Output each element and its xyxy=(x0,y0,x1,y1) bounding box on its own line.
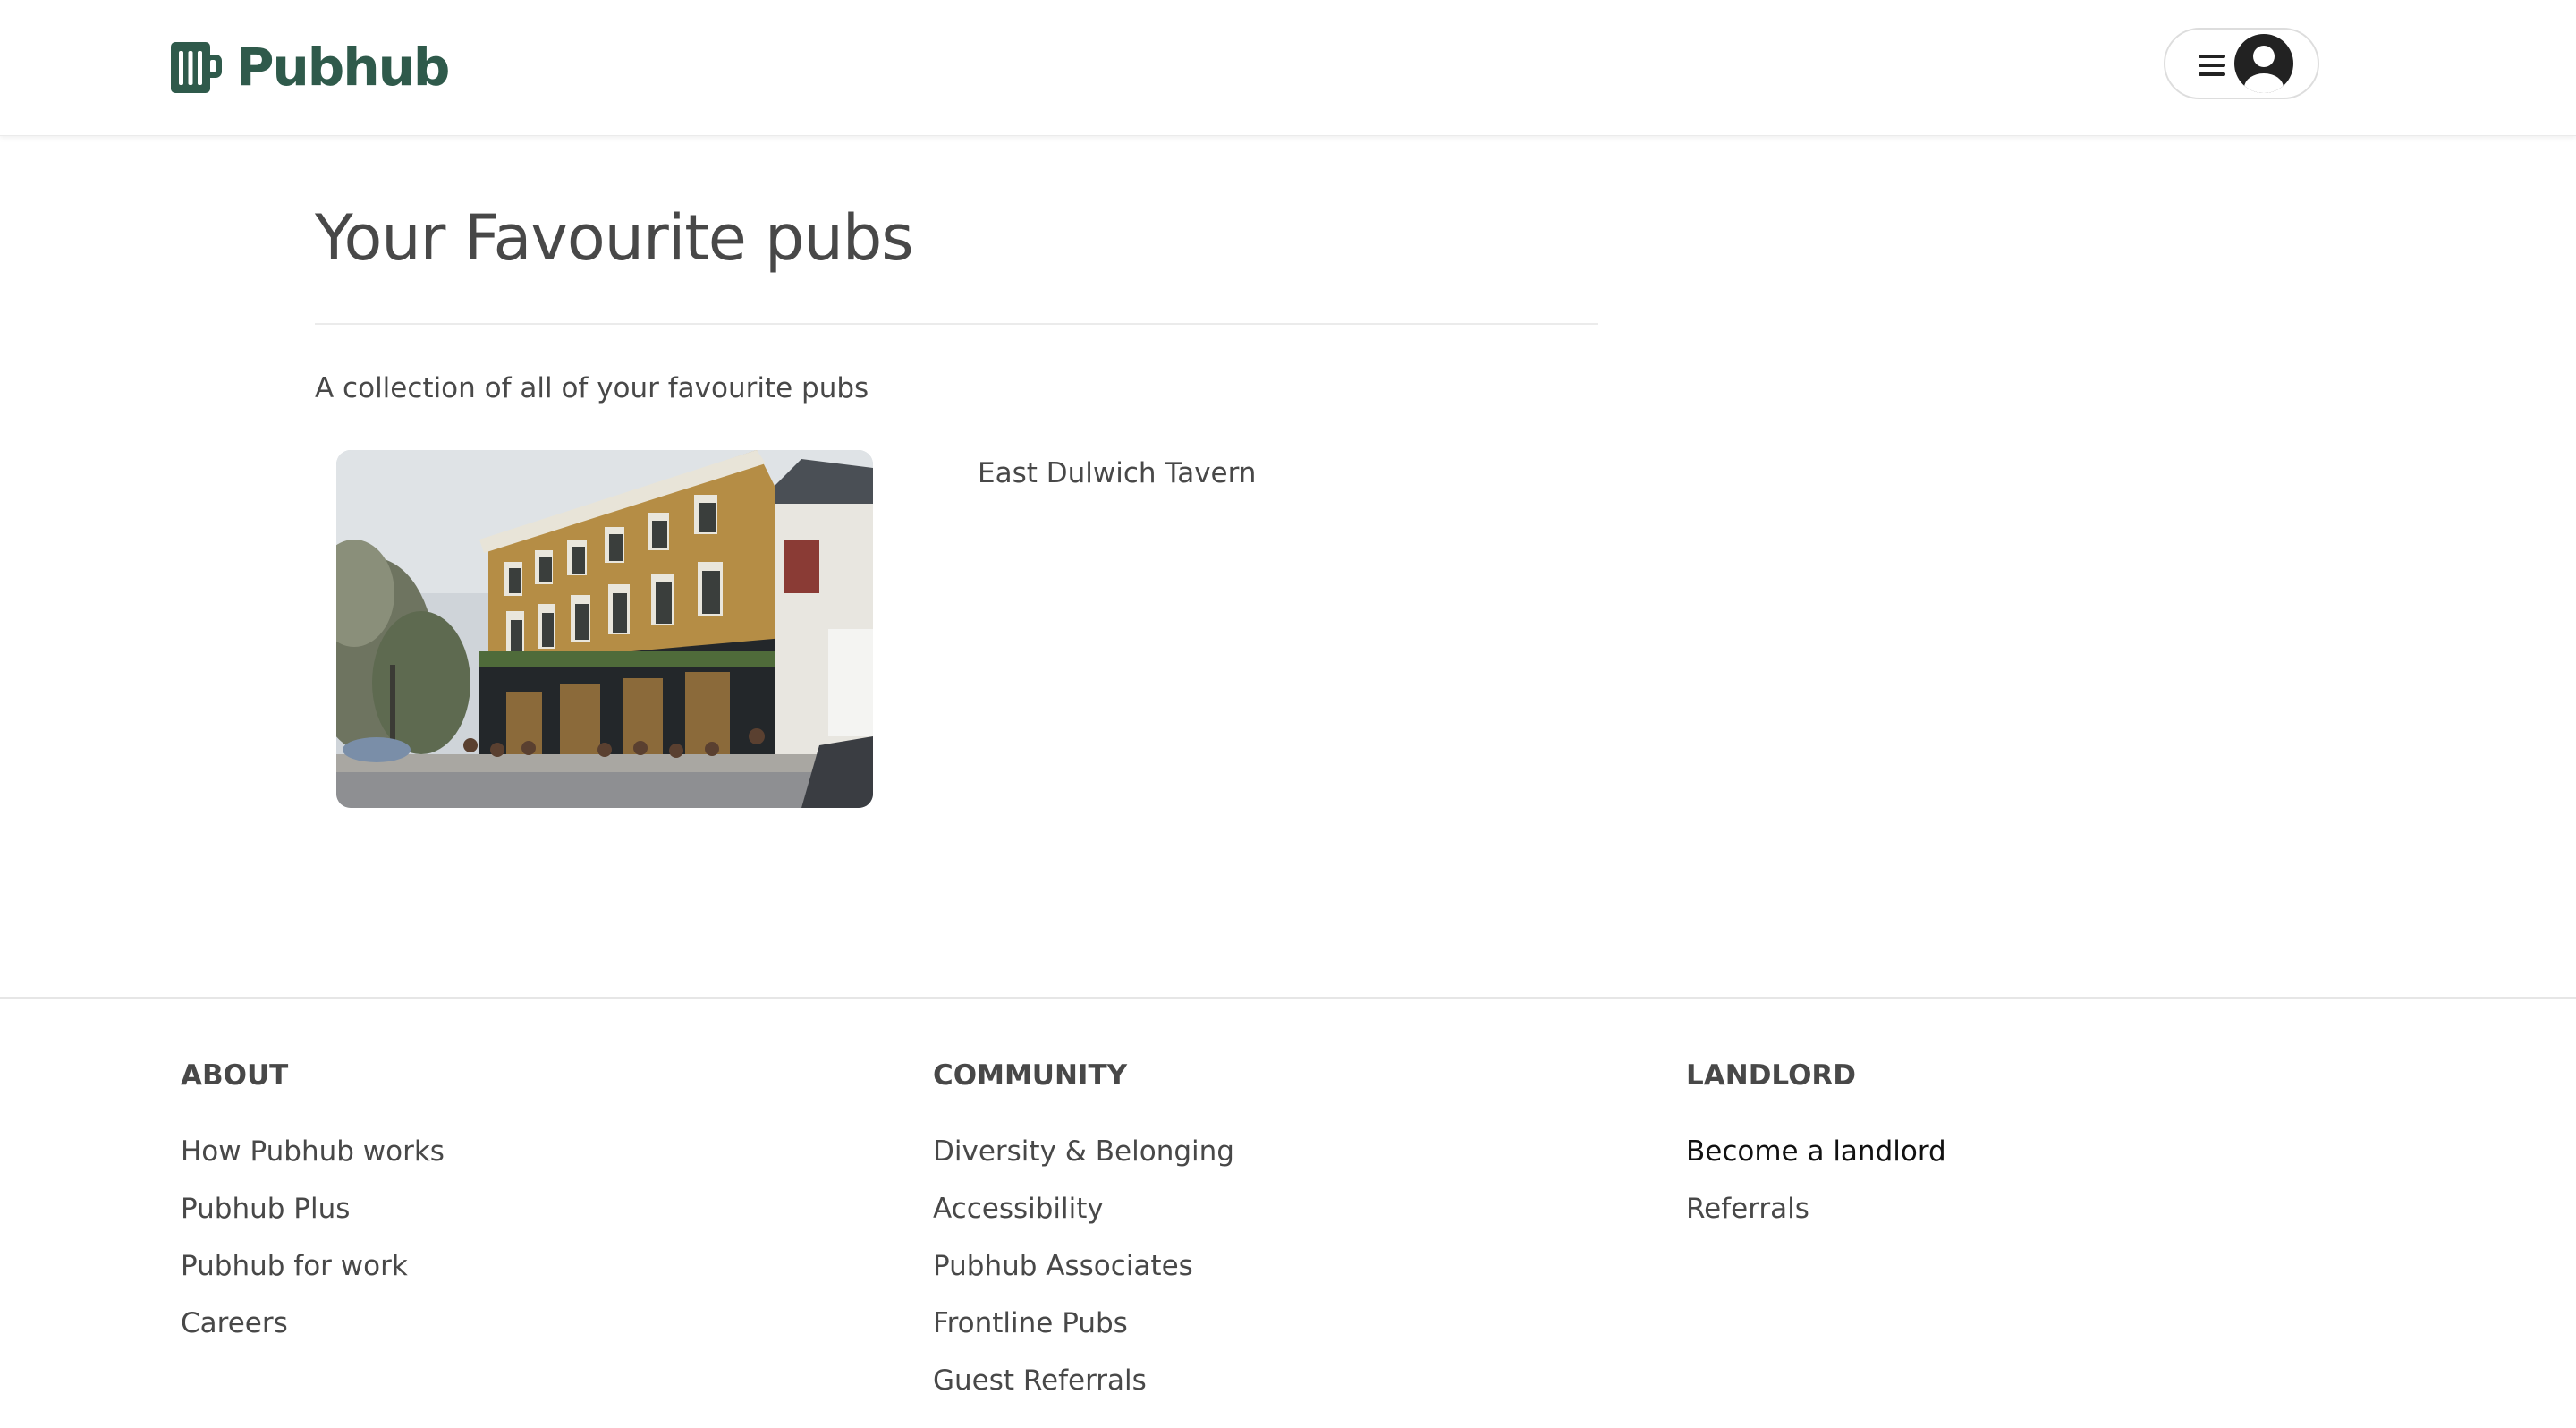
pubhub-logo[interactable]: Pubhub xyxy=(171,37,450,98)
footer-link-pubhub-associates[interactable]: Pubhub Associates xyxy=(933,1250,1193,1282)
pub-photo[interactable] xyxy=(336,450,873,808)
footer-link-pubhub-plus[interactable]: Pubhub Plus xyxy=(181,1193,350,1225)
hamburger-menu-icon xyxy=(2199,55,2225,76)
footer-link-how-pubhub-works[interactable]: How Pubhub works xyxy=(181,1135,445,1168)
footer-heading-about: ABOUT xyxy=(181,1059,289,1092)
logo-wordmark: Pubhub xyxy=(236,37,450,98)
site-footer: ABOUT How Pubhub works Pubhub Plus Pubhu… xyxy=(0,997,2576,1428)
user-menu-button[interactable] xyxy=(2164,28,2319,99)
title-divider xyxy=(315,323,1598,325)
footer-link-frontline-pubs[interactable]: Frontline Pubs xyxy=(933,1307,1128,1339)
user-avatar-icon xyxy=(2234,34,2293,93)
footer-link-diversity-belonging[interactable]: Diversity & Belonging xyxy=(933,1135,1234,1168)
pub-name[interactable]: East Dulwich Tavern xyxy=(978,457,1256,489)
footer-heading-landlord: LANDLORD xyxy=(1686,1059,1857,1092)
beer-mug-logo-icon xyxy=(171,41,222,93)
footer-link-guest-referrals[interactable]: Guest Referrals xyxy=(933,1364,1147,1397)
site-header: Pubhub xyxy=(0,0,2576,136)
footer-link-referrals[interactable]: Referrals xyxy=(1686,1193,1809,1225)
footer-link-pubhub-for-work[interactable]: Pubhub for work xyxy=(181,1250,408,1282)
footer-link-careers[interactable]: Careers xyxy=(181,1307,288,1339)
page-title: Your Favourite pubs xyxy=(315,201,914,275)
footer-link-accessibility[interactable]: Accessibility xyxy=(933,1193,1104,1225)
footer-heading-community: COMMUNITY xyxy=(933,1059,1128,1092)
page-subtitle: A collection of all of your favourite pu… xyxy=(315,372,869,404)
footer-link-become-a-landlord[interactable]: Become a landlord xyxy=(1686,1135,1946,1168)
favourite-pub-card[interactable]: East Dulwich Tavern xyxy=(315,450,1598,817)
